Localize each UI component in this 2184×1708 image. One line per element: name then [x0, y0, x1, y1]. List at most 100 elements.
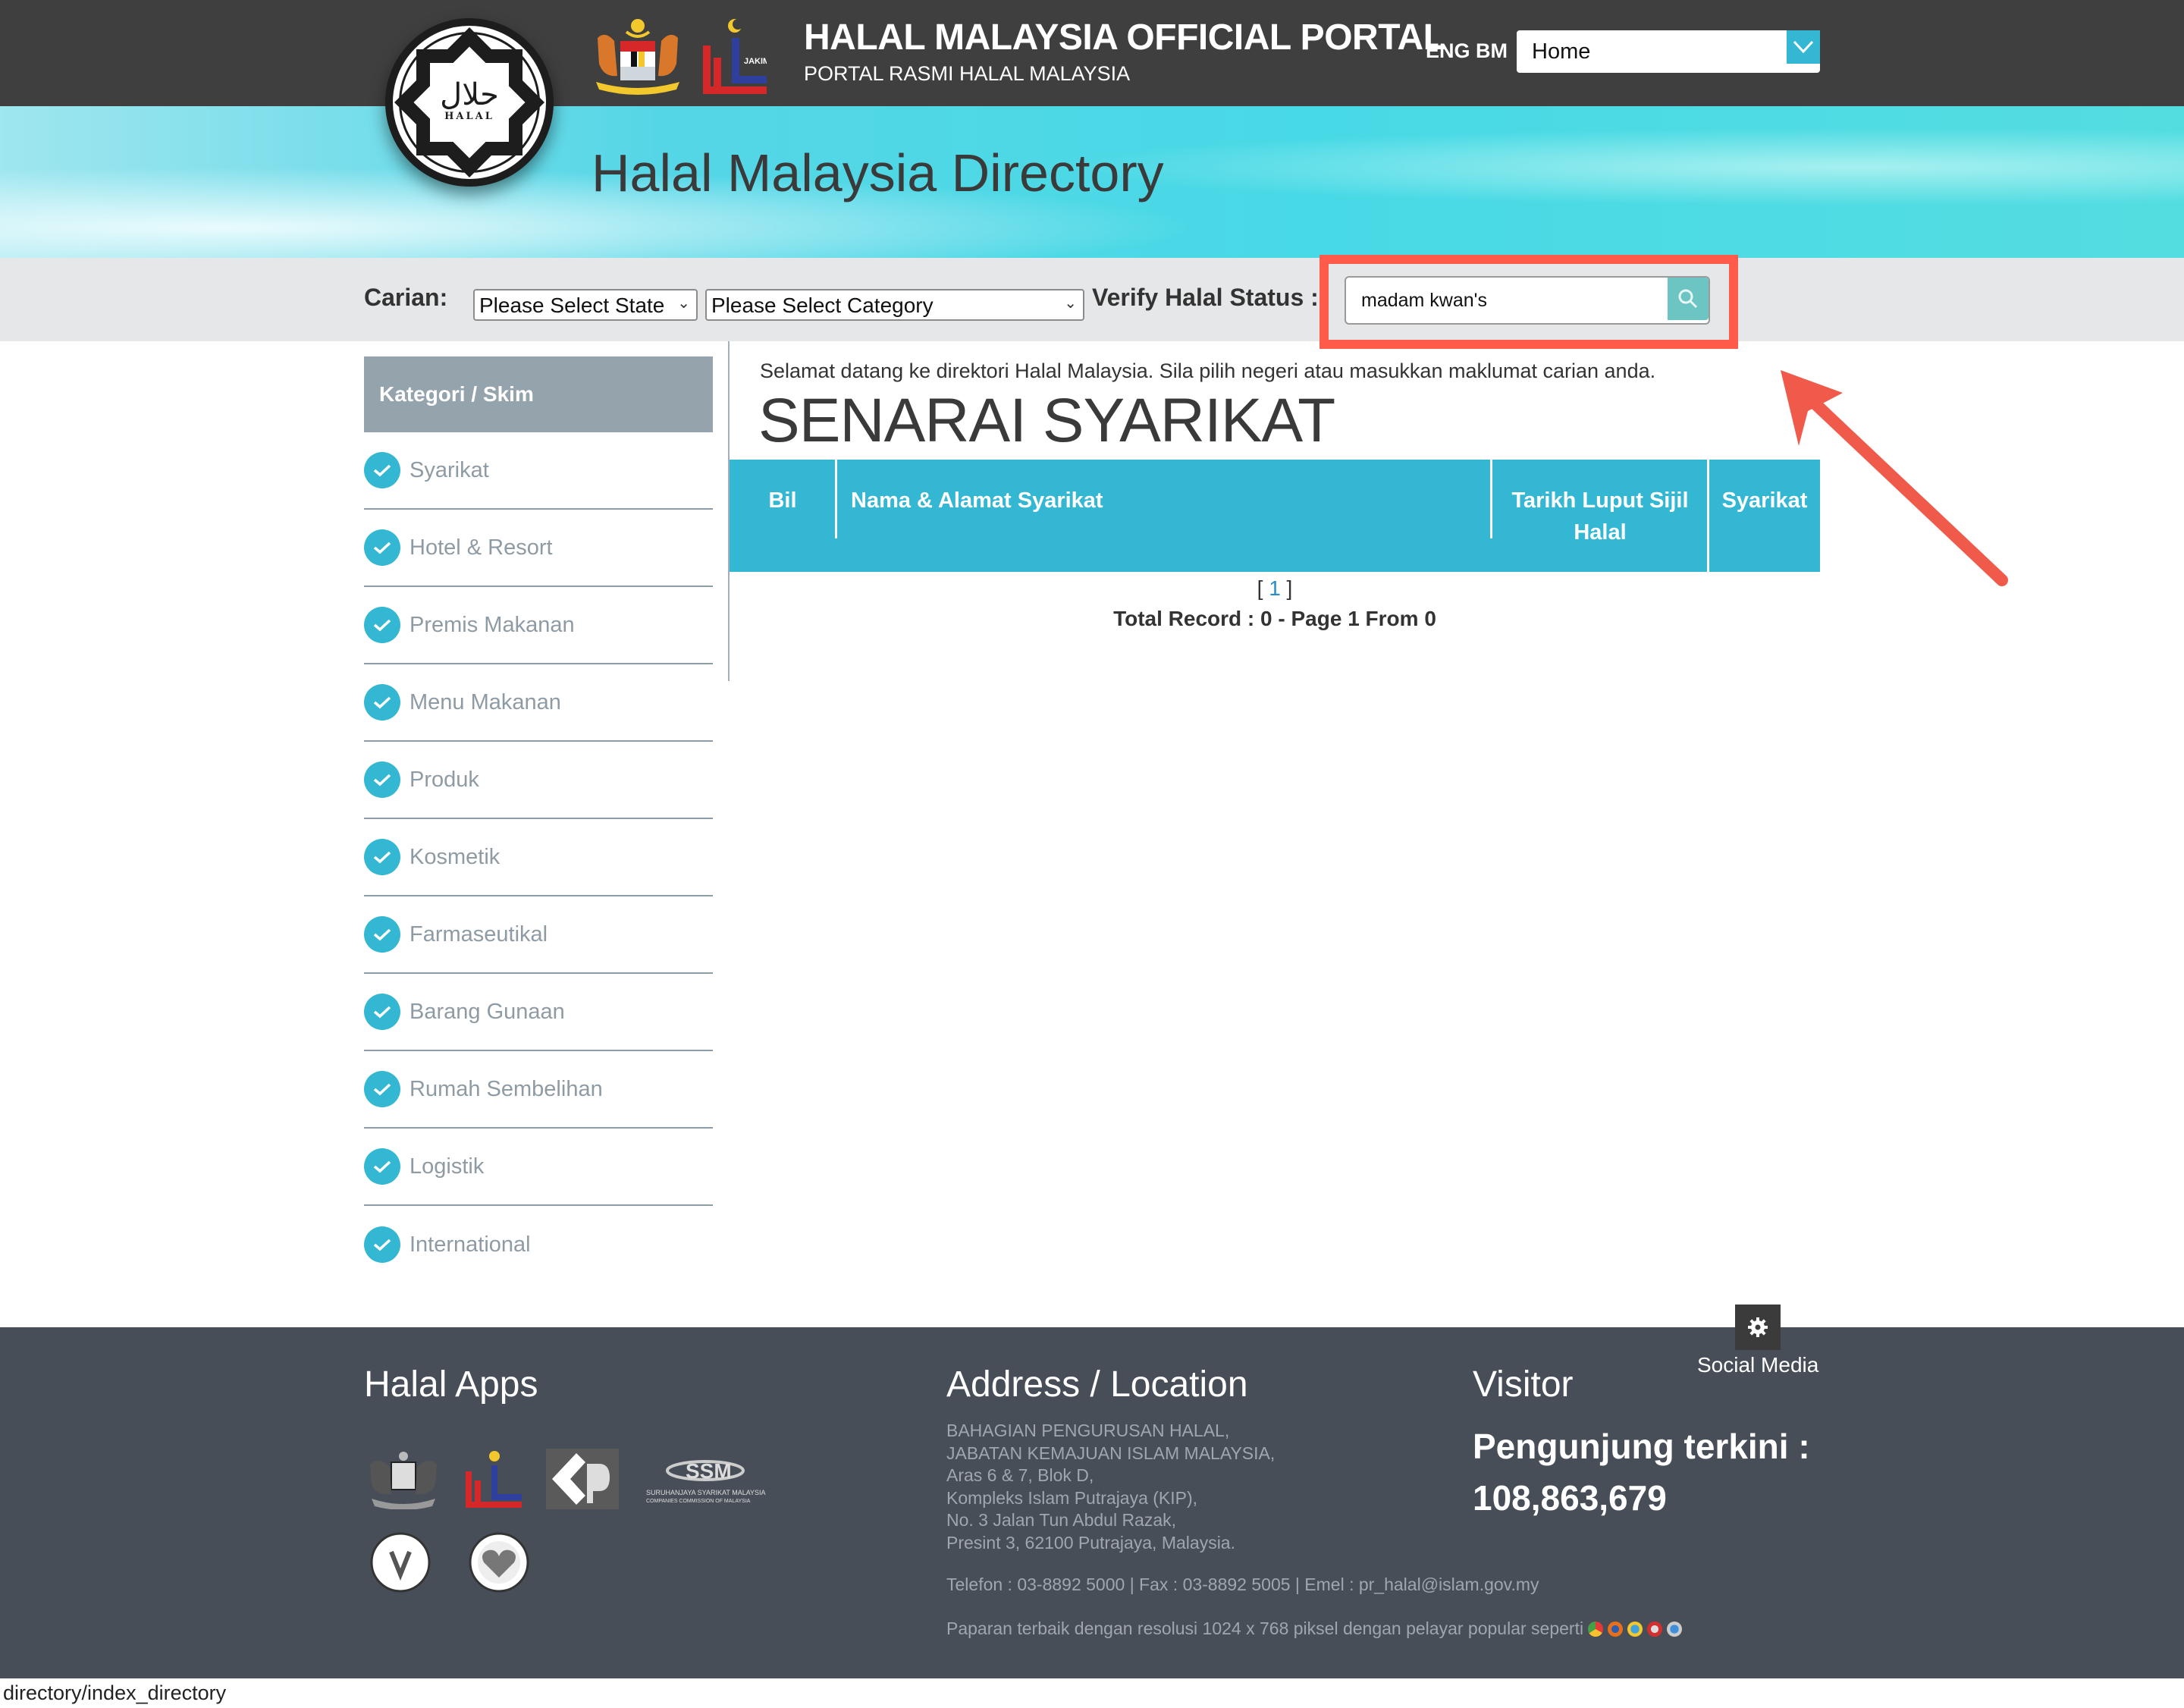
ssm-text-2: COMPANIES COMMISSION OF MALAYSIA	[646, 1499, 751, 1504]
column-header-bil: Bil	[768, 488, 797, 513]
portal-subtitle: PORTAL RASMI HALAL MALAYSIA	[804, 62, 1131, 85]
sidebar-item-rumah-sembelihan[interactable]: Rumah Sembelihan	[364, 1051, 713, 1129]
state-select-value: Please Select State	[479, 294, 665, 317]
gear-icon	[1748, 1317, 1768, 1337]
chrome-icon	[1588, 1621, 1604, 1637]
navigation-select[interactable]: Home	[1517, 30, 1820, 73]
app-logo-coat-of-arms[interactable]	[364, 1449, 443, 1509]
sidebar-item-label: Premis Makanan	[410, 612, 575, 637]
address-line: BAHAGIAN PENGURUSAN HALAL,	[946, 1421, 1230, 1440]
best-view-note: Paparan terbaik dengan resolusi 1024 x 7…	[946, 1619, 1683, 1639]
browser-status-bar: directory/index_directory	[0, 1678, 2184, 1708]
column-divider	[1490, 460, 1492, 538]
app-logo-jakim[interactable]	[464, 1449, 523, 1509]
app-logo-consumer-heart[interactable]	[463, 1532, 535, 1593]
visitor-count: 108,863,679	[1473, 1478, 1667, 1518]
lang-eng-link[interactable]: ENG	[1426, 39, 1470, 62]
sidebar-item-label: Barang Gunaan	[410, 999, 565, 1024]
navigation-select-value: Home	[1532, 39, 1591, 64]
column-header-tarikh-luput: Tarikh Luput Sijil Halal	[1511, 488, 1689, 545]
address-line: Aras 6 & 7, Blok D,	[946, 1465, 1094, 1485]
check-circle-icon	[364, 1071, 400, 1107]
check-circle-icon	[364, 1148, 400, 1185]
check-circle-icon	[364, 529, 400, 566]
page-title: Halal Malaysia Directory	[592, 143, 1164, 203]
address-block: BAHAGIAN PENGURUSAN HALAL, JABATAN KEMAJ…	[946, 1420, 1275, 1554]
address-line: Kompleks Islam Putrajaya (KIP),	[946, 1487, 1198, 1508]
welcome-text: Selamat datang ke direktori Halal Malays…	[760, 359, 1656, 382]
sidebar-item-international[interactable]: International	[364, 1206, 713, 1283]
lang-bm-link[interactable]: BM	[1476, 39, 1508, 62]
social-media-toggle[interactable]	[1735, 1305, 1781, 1350]
check-circle-icon	[364, 916, 400, 953]
safari-icon	[1667, 1621, 1683, 1637]
sidebar-header-label: Kategori / Skim	[379, 382, 534, 406]
column-divider	[1707, 460, 1709, 572]
chevron-down-icon: ⌄	[1064, 295, 1077, 312]
halal-malaysia-logo[interactable]: حلال HALAL	[385, 18, 554, 187]
sidebar-item-label: Hotel & Resort	[410, 535, 553, 560]
annotation-arrow	[1781, 370, 2008, 586]
sidebar-category-list: Syarikat Hotel & Resort Premis Makanan M…	[364, 432, 713, 1283]
halal-apps-heading: Halal Apps	[364, 1364, 538, 1405]
check-circle-icon	[364, 1226, 400, 1263]
visitor-label: Pengunjung terkini :	[1473, 1427, 1810, 1466]
address-line: Presint 3, 62100 Putrajaya, Malaysia.	[946, 1532, 1235, 1553]
app-logo-veterinary-inspected[interactable]	[364, 1532, 437, 1593]
sidebar-item-label: Rumah Sembelihan	[410, 1076, 603, 1101]
portal-title: HALAL MALAYSIA OFFICIAL PORTAL	[804, 17, 1445, 58]
visitor-heading: Visitor	[1473, 1364, 1574, 1405]
sidebar-item-barang-gunaan[interactable]: Barang Gunaan	[364, 974, 713, 1051]
page-link-1[interactable]: 1	[1269, 576, 1281, 600]
sidebar-item-syarikat[interactable]: Syarikat	[364, 432, 713, 510]
category-select-value: Please Select Category	[711, 294, 934, 317]
app-logo-myipo[interactable]	[546, 1449, 619, 1509]
sidebar-item-hotel-resort[interactable]: Hotel & Resort	[364, 510, 713, 587]
jakim-logo: JAKIM	[703, 19, 767, 94]
sidebar-item-label: Menu Makanan	[410, 689, 561, 714]
svg-text:SSM: SSM	[686, 1459, 732, 1483]
annotation-highlight-box	[1320, 255, 1738, 349]
check-circle-icon	[364, 994, 400, 1030]
pager-bracket-close: ]	[1280, 576, 1293, 600]
internet-explorer-icon	[1627, 1621, 1643, 1637]
check-circle-icon	[364, 839, 400, 875]
check-circle-icon	[364, 761, 400, 798]
sidebar-header: Kategori / Skim	[364, 356, 713, 432]
state-select[interactable]: Please Select State ⌄	[473, 289, 698, 321]
verify-halal-label: Verify Halal Status :	[1092, 284, 1319, 311]
chevron-down-icon: ⌄	[677, 295, 690, 312]
status-url: directory/index_directory	[3, 1681, 227, 1704]
address-heading: Address / Location	[946, 1364, 1248, 1405]
best-view-text: Paparan terbaik dengan resolusi 1024 x 7…	[946, 1619, 1584, 1638]
sidebar-item-label: Logistik	[410, 1154, 485, 1179]
ssm-text-1: SURUHANJAYA SYARIKAT MALAYSIA	[646, 1489, 766, 1496]
chevron-down-icon[interactable]	[1787, 30, 1820, 64]
sidebar-item-kosmetik[interactable]: Kosmetik	[364, 819, 713, 896]
company-list-heading: SENARAI SYARIKAT	[758, 386, 1335, 455]
sidebar-item-farmaseutikal[interactable]: Farmaseutikal	[364, 896, 713, 974]
sidebar-item-logistik[interactable]: Logistik	[364, 1129, 713, 1206]
address-line: No. 3 Jalan Tun Abdul Razak,	[946, 1510, 1177, 1530]
sidebar-item-label: Kosmetik	[410, 844, 500, 869]
check-circle-icon	[364, 684, 400, 721]
address-line: JABATAN KEMAJUAN ISLAM MALAYSIA,	[946, 1443, 1276, 1463]
opera-icon	[1647, 1621, 1663, 1637]
jakim-label: JAKIM	[744, 57, 767, 66]
logo-halal-text: HALAL	[444, 111, 494, 122]
sidebar-item-label: Produk	[410, 767, 479, 792]
company-table-header: Bil Nama & Alamat Syarikat Tarikh Luput …	[730, 460, 1820, 572]
app-logo-ssm[interactable]: SSM SURUHANJAYA SYARIKAT MALAYSIA COMPAN…	[645, 1452, 766, 1505]
sidebar-item-label: International	[410, 1232, 531, 1257]
social-media-label[interactable]: Social Media	[1697, 1353, 1818, 1377]
firefox-icon	[1608, 1621, 1624, 1637]
sidebar-item-menu-makanan[interactable]: Menu Makanan	[364, 664, 713, 742]
contact-info: Telefon : 03-8892 5000 | Fax : 03-8892 5…	[946, 1575, 1539, 1594]
total-record-text: Total Record : 0 - Page 1 From 0	[1113, 607, 1436, 630]
logo-arabic-text: حلال	[440, 77, 499, 112]
category-select[interactable]: Please Select Category ⌄	[705, 289, 1084, 321]
sidebar-item-premis-makanan[interactable]: Premis Makanan	[364, 587, 713, 664]
language-switcher: ENG BM	[1426, 39, 1508, 63]
sidebar-item-label: Syarikat	[410, 457, 489, 482]
sidebar-item-produk[interactable]: Produk	[364, 742, 713, 819]
